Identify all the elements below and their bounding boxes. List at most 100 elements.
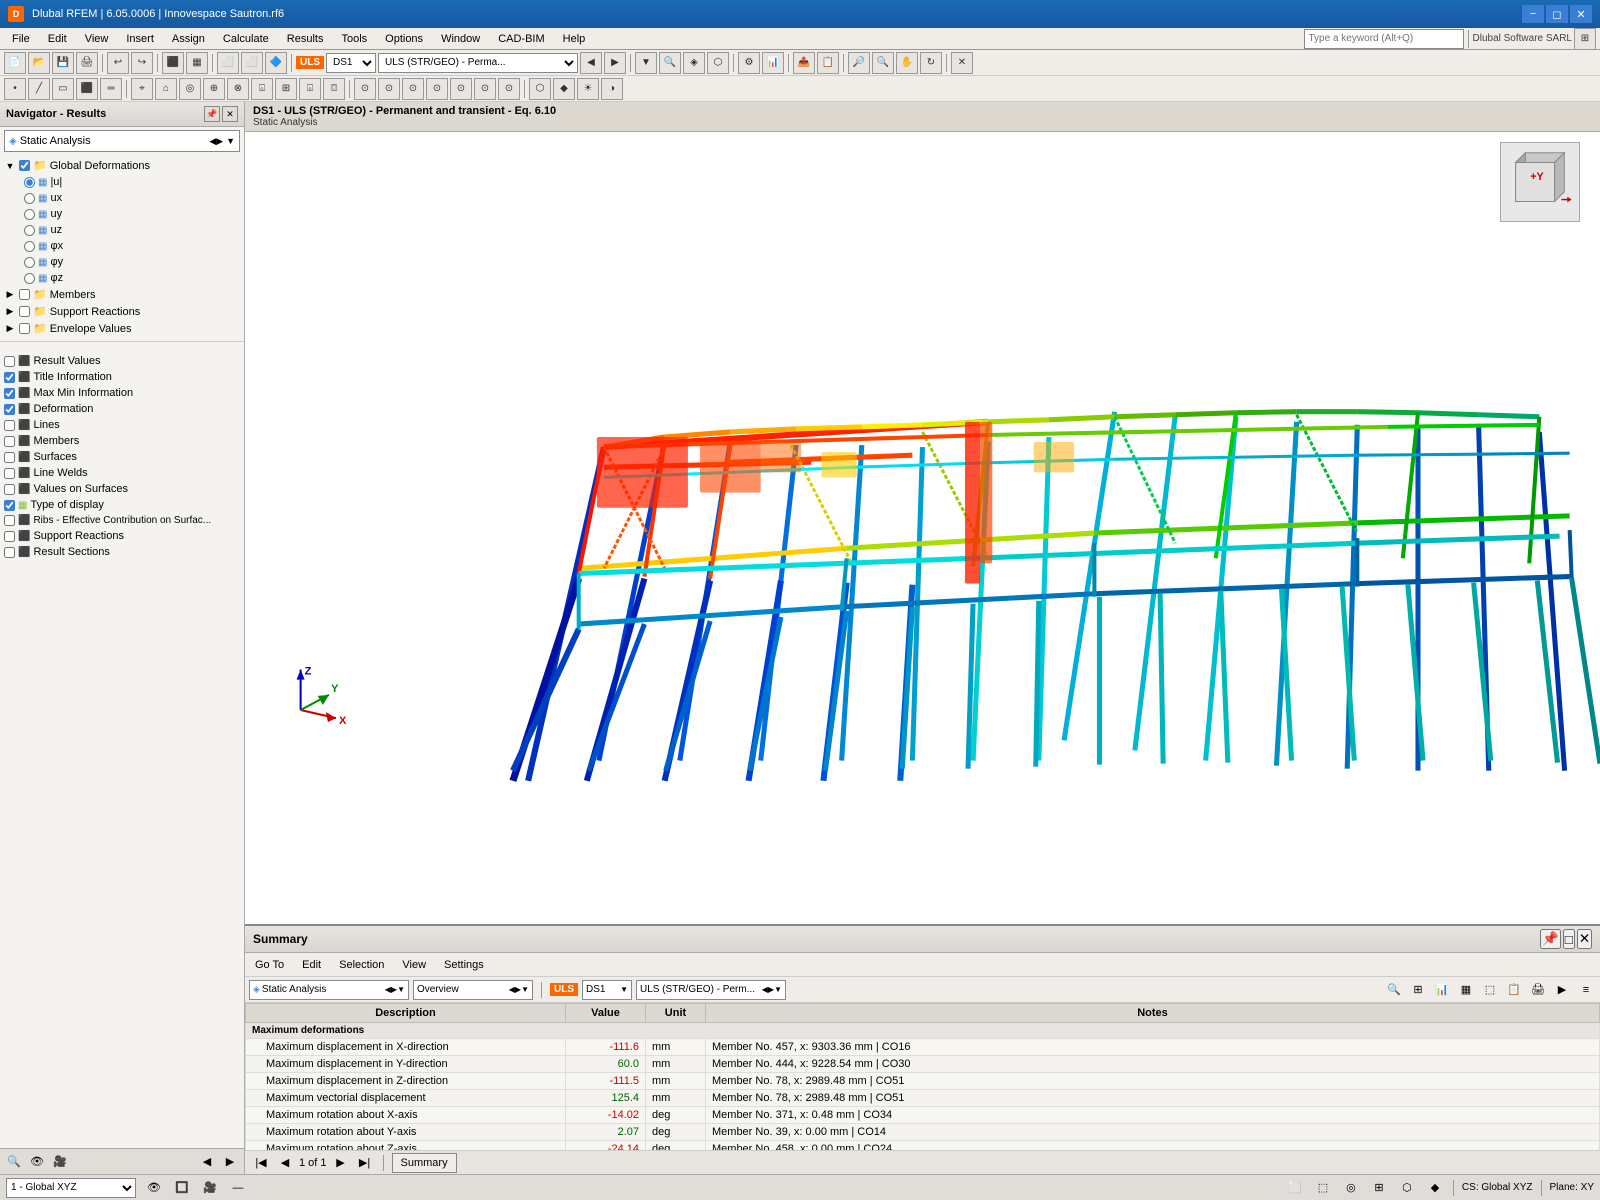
radio-u-abs[interactable] [24,177,35,188]
surface-btn[interactable]: ▭ [52,78,74,100]
zoom-out-btn[interactable]: 🔍 [872,52,894,74]
export-btn[interactable]: 📤 [793,52,815,74]
ds-combo-summary[interactable]: DS1 ▼ [582,980,632,1000]
radio-uy[interactable] [24,209,35,220]
nav-pin-btn[interactable]: 📌 [204,106,220,122]
menu-assign[interactable]: Assign [164,31,213,47]
summary-tool2[interactable]: ⊞ [1408,980,1428,1000]
check-members[interactable] [19,289,30,300]
select-btn[interactable]: ⬛ [162,52,184,74]
undo-btn[interactable]: ↩ [107,52,129,74]
result-btn[interactable]: 📊 [762,52,784,74]
selection-menu[interactable]: Selection [333,958,390,972]
summary-tool8[interactable]: ▶ [1552,980,1572,1000]
settings-menu[interactable]: Settings [438,958,490,972]
check-members2[interactable] [4,436,15,447]
static-analysis-combo[interactable]: ◈ Static Analysis ◀▶ ▼ [4,130,240,152]
minimize-button[interactable]: − [1522,5,1544,23]
render-btn[interactable]: ◈ [683,52,705,74]
ds-detail-combo[interactable]: ULS (STR/GEO) - Perma... [378,53,578,73]
menu-results[interactable]: Results [279,31,332,47]
open-btn[interactable]: 📂 [28,52,50,74]
tree-item-uy[interactable]: ▦ uy [20,206,244,222]
tree-item-surfaces[interactable]: ⬛ Surfaces [0,449,244,465]
menu-tools[interactable]: Tools [333,31,375,47]
check-ribs[interactable] [4,515,15,526]
menu-options[interactable]: Options [377,31,431,47]
menu-calculate[interactable]: Calculate [215,31,277,47]
status-btn-right2[interactable]: ⬚ [1313,1178,1333,1198]
nav-bottom-btn1[interactable]: 🔍 [4,1152,24,1172]
snap7[interactable]: ⊙ [498,78,520,100]
tree-item-title-info[interactable]: ⬛ Title Information [0,369,244,385]
zoom-in-btn[interactable]: 🔎 [848,52,870,74]
check-title-info[interactable] [4,372,15,383]
solid-btn[interactable]: ⬛ [76,78,98,100]
node-btn[interactable]: • [4,78,26,100]
filter-btn[interactable]: ▼ [635,52,657,74]
tool3[interactable]: ◎ [179,78,201,100]
summary-tool3[interactable]: 📊 [1432,980,1452,1000]
nav-bottom-btn5[interactable]: ▶ [220,1152,240,1172]
check-result-values[interactable] [4,356,15,367]
tool5[interactable]: ⊗ [227,78,249,100]
check-type-display[interactable] [4,500,15,511]
radio-ux[interactable] [24,193,35,204]
check-result-sections[interactable] [4,547,15,558]
cube-nav[interactable]: +Y [1500,142,1580,222]
check-envelope[interactable] [19,323,30,334]
next-ds-btn[interactable]: ▶ [604,52,626,74]
tree-item-u-abs[interactable]: ▦ |u| [20,174,244,190]
snap4[interactable]: ⊙ [426,78,448,100]
prev-ds-btn[interactable]: ◀ [580,52,602,74]
tree-item-global-deformations[interactable]: ▼ 📁 Global Deformations [0,157,244,174]
render2-btn[interactable]: ⬡ [529,78,551,100]
snap1[interactable]: ⊙ [354,78,376,100]
light-btn[interactable]: ☀ [577,78,599,100]
tree-item-values-surfaces[interactable]: ⬛ Values on Surfaces [0,481,244,497]
summary-tool1[interactable]: 🔍 [1384,980,1404,1000]
tree-item-phix[interactable]: ▦ φx [20,238,244,254]
expand-support[interactable]: ▶ [4,306,16,318]
status-btn-right1[interactable]: ⬜ [1285,1178,1305,1198]
menu-insert[interactable]: Insert [118,31,162,47]
tree-item-result-values[interactable]: ⬛ Result Values [0,353,244,369]
close-results-btn[interactable]: ✕ [951,52,973,74]
coord-system-combo[interactable]: 1 - Global XYZ [6,1178,136,1198]
status-btn4[interactable]: — [228,1178,248,1198]
report-btn[interactable]: 📋 [817,52,839,74]
tree-item-members2[interactable]: ⬛ Members [0,433,244,449]
select2-btn[interactable]: ▦ [186,52,208,74]
summary-tool9[interactable]: ≡ [1576,980,1596,1000]
expand-envelope[interactable]: ▶ [4,323,16,335]
restore-button[interactable]: ◻ [1546,5,1568,23]
status-btn-right5[interactable]: ⬡ [1397,1178,1417,1198]
tool9[interactable]: ⌼ [323,78,345,100]
radio-phiy[interactable] [24,257,35,268]
summary-tool4[interactable]: ▦ [1456,980,1476,1000]
edit-menu[interactable]: Edit [296,958,327,972]
new-btn[interactable]: 📄 [4,52,26,74]
tool7[interactable]: ⊞ [275,78,297,100]
goto-menu[interactable]: Go To [249,958,290,972]
tree-item-deformation[interactable]: ⬛ Deformation [0,401,244,417]
summary-pin-btn[interactable]: 📌 [1540,929,1561,949]
tree-item-ux[interactable]: ▦ ux [20,190,244,206]
prev-page-btn[interactable]: ◀ [275,1153,295,1173]
next-page-btn[interactable]: ▶ [331,1153,351,1173]
tool6[interactable]: ⌺ [251,78,273,100]
menu-file[interactable]: File [4,31,38,47]
tree-item-phiz[interactable]: ▦ φz [20,270,244,286]
first-page-btn[interactable]: |◀ [251,1153,271,1173]
check-values-surfaces[interactable] [4,484,15,495]
summary-close-btn[interactable]: ✕ [1577,929,1592,949]
radio-phiz[interactable] [24,273,35,284]
snap3[interactable]: ⊙ [402,78,424,100]
check-surfaces[interactable] [4,452,15,463]
check-line-welds[interactable] [4,468,15,479]
shadow-btn[interactable]: ◑ [601,78,623,100]
tree-item-type-display[interactable]: ▦ Type of display [0,497,244,513]
rotate-btn[interactable]: ↻ [920,52,942,74]
check-support2[interactable] [4,531,15,542]
viewport-3d[interactable]: Z X Y +Y [245,132,1600,924]
